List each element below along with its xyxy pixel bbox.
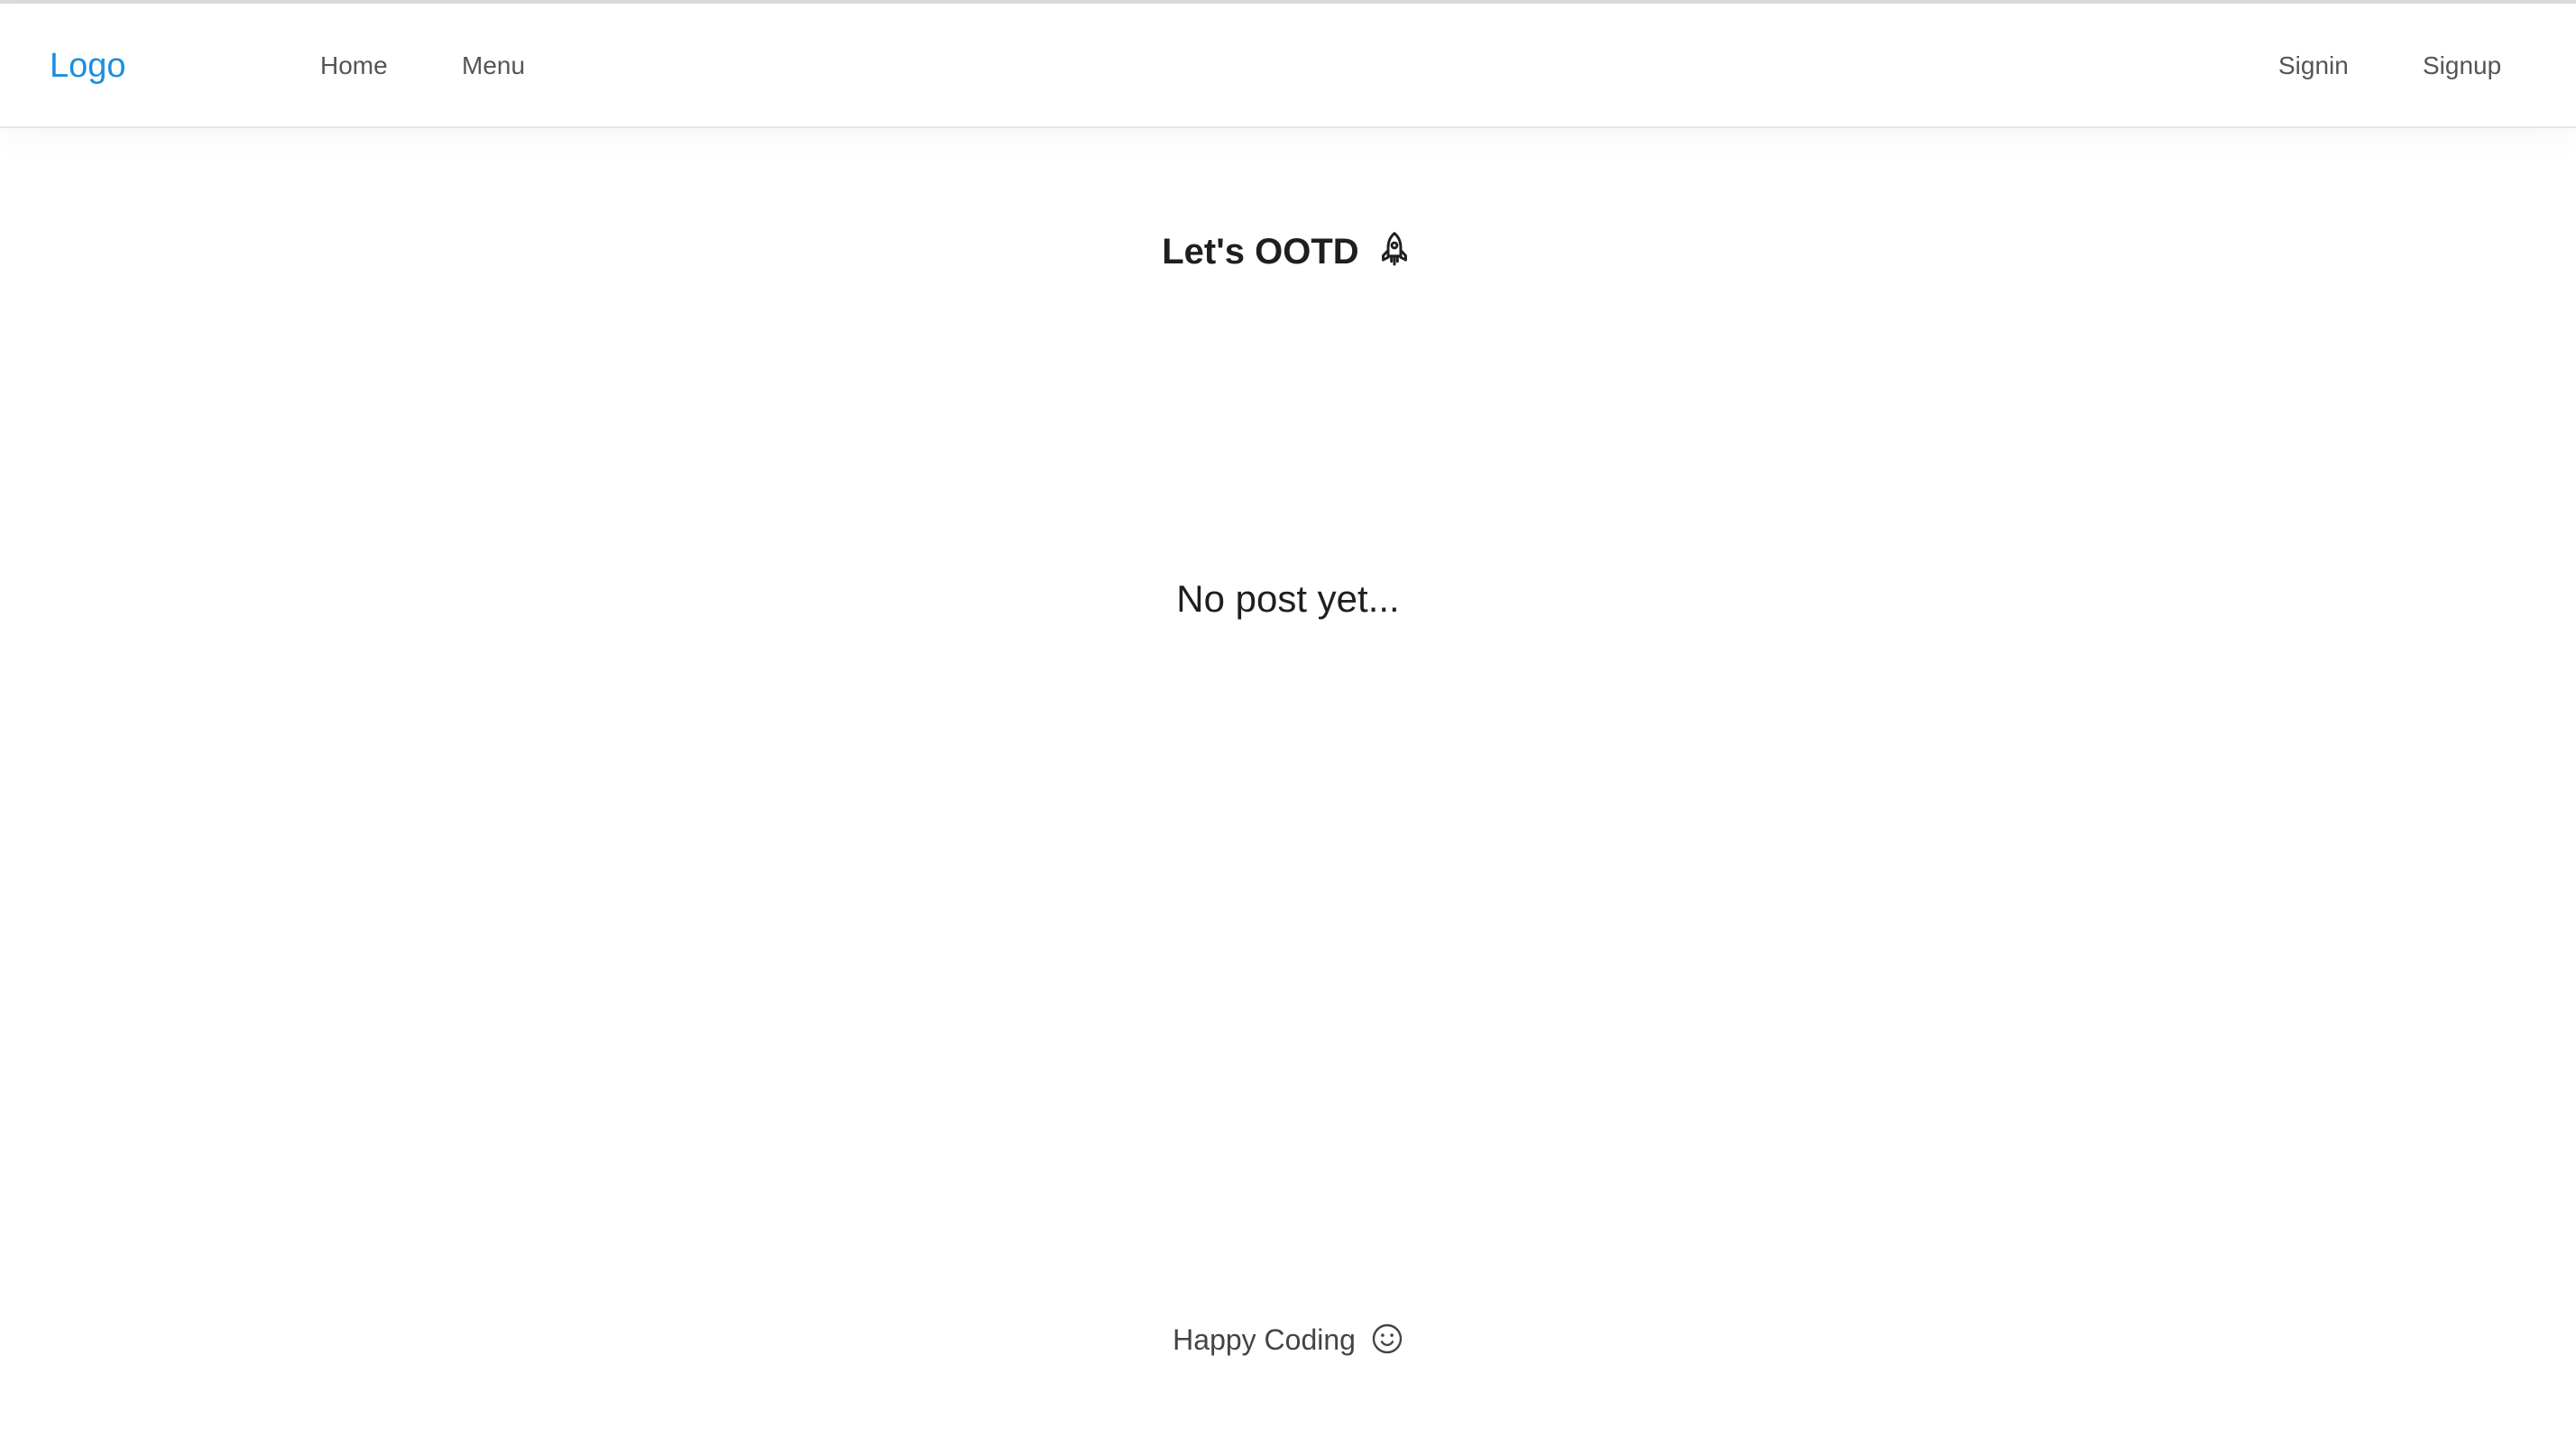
signin-link[interactable]: Signin [2278,4,2349,128]
empty-state-message: No post yet... [1176,577,1400,620]
rocket-icon [1375,229,1414,269]
navbar: Logo Home Menu Signin Signup [0,4,2576,128]
page-title: Let's OOTD [1162,232,1359,272]
nav-home-link[interactable]: Home [320,4,388,128]
page-title-row: Let's OOTD [0,229,2576,272]
nav-menu-link[interactable]: Menu [462,4,525,128]
footer-text: Happy Coding [1173,1323,1356,1356]
footer: Happy Coding [0,1323,2576,1357]
signup-link[interactable]: Signup [2423,4,2501,128]
smile-icon [1371,1323,1403,1355]
logo-link[interactable]: Logo [50,4,126,128]
